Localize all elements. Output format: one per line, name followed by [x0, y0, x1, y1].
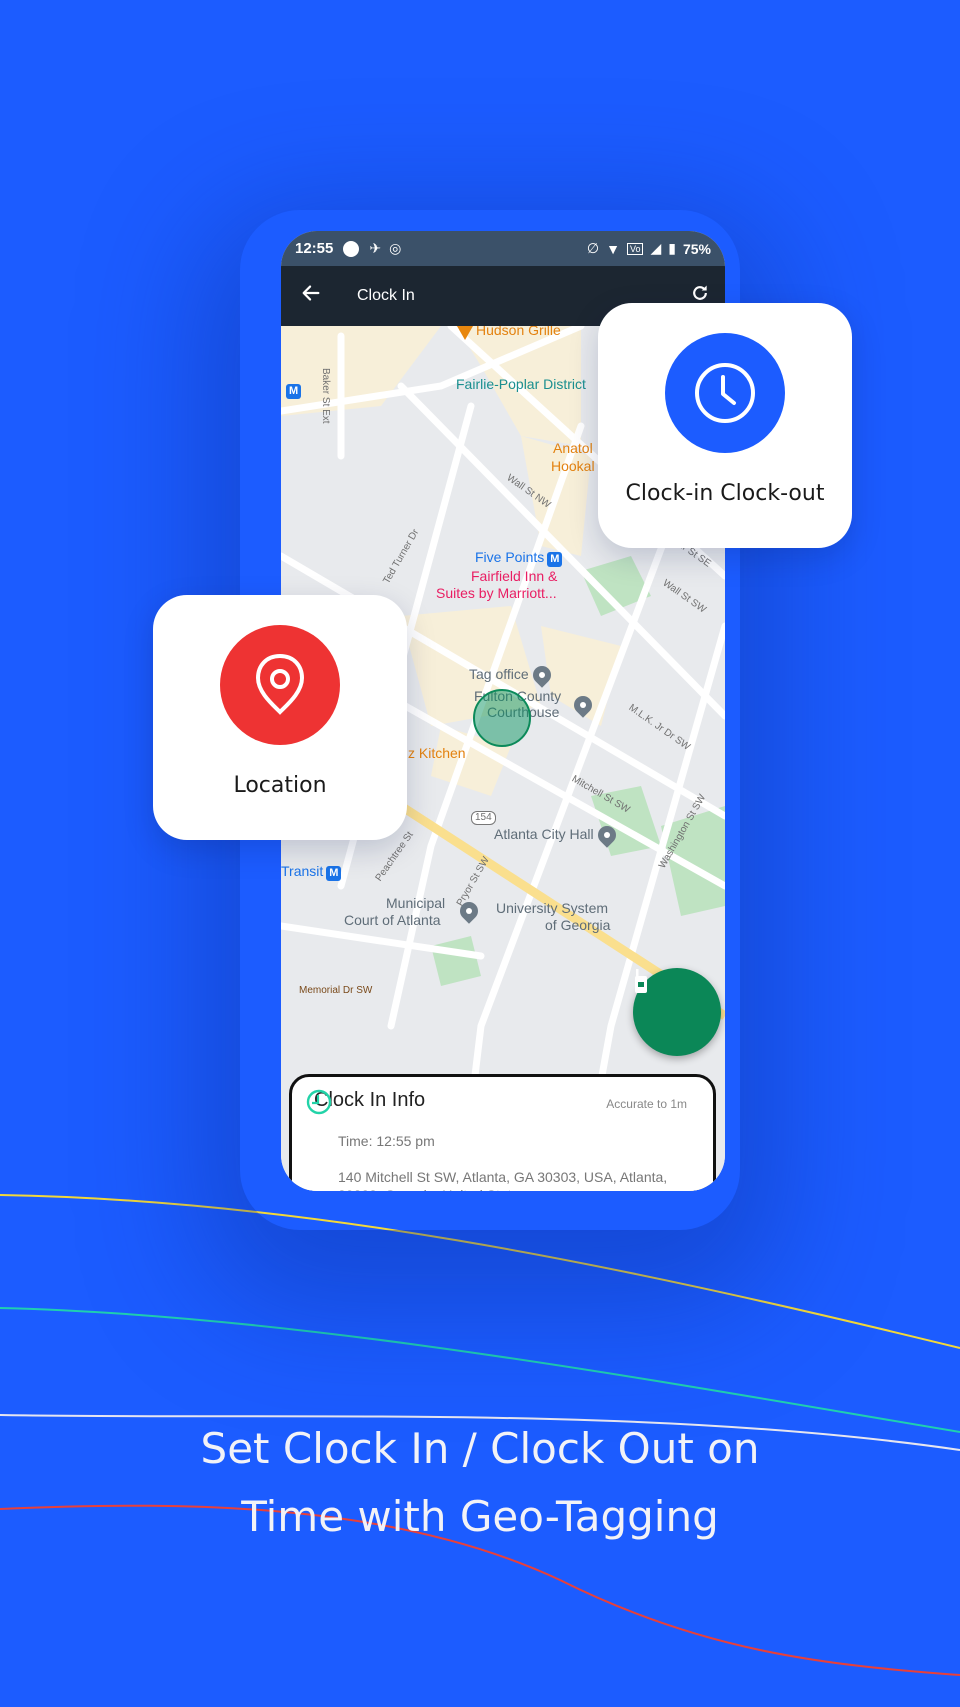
clock-icon [306, 1089, 332, 1115]
map-label: Court of Atlanta [344, 912, 441, 928]
headline-line-2: Time with Geo-Tagging [241, 1492, 719, 1541]
walkie-talkie-icon [635, 969, 647, 993]
five-points-label: Five Points [475, 549, 545, 565]
headline-line-1: Set Clock In / Clock Out on [200, 1424, 760, 1473]
battery-icon: ▮ [668, 240, 676, 256]
geofence-circle [473, 689, 531, 747]
map-label: Municipal [386, 895, 446, 911]
metro-icon: M [547, 552, 563, 567]
map-label: 154 [471, 811, 496, 825]
map-label: Tag office [469, 662, 555, 689]
map-label: z Kitchen [408, 745, 466, 761]
mute-icon: ∅ [586, 240, 600, 256]
map-label: Five Points M [475, 549, 563, 567]
park [431, 936, 481, 986]
map-label: Suites by Marriott... [436, 585, 557, 601]
app-bar-title: Clock In [357, 287, 415, 304]
back-button[interactable] [281, 282, 341, 310]
clock-in-time: Time: 12:55 pm [338, 1133, 435, 1149]
sync-icon: ◎ [389, 240, 402, 256]
metro-icon: M [326, 866, 342, 881]
map-label: Baker St Ext [320, 368, 331, 424]
city-hall-label: Atlanta City Hall [494, 826, 594, 842]
map-label: of Georgia [545, 917, 611, 933]
clock-icon [695, 363, 755, 423]
status-bar: 12:55 ✈ ◎ ∅ ▼ Vo ◢ ▮ 75% [281, 231, 725, 266]
location-pin-icon [528, 662, 555, 689]
circle-icon [343, 240, 360, 257]
map-label: Hudson Grille [476, 326, 561, 338]
location-pin-icon [255, 653, 305, 715]
city-hall-icon [593, 822, 620, 849]
arrow-left-icon [302, 285, 320, 301]
location-icon-badge [220, 625, 340, 745]
status-time: 12:55 [295, 240, 334, 257]
map-label: Fairfield Inn & [471, 568, 558, 584]
map-label: Memorial Dr SW [299, 985, 373, 996]
map-label: Transit M [281, 863, 342, 881]
refresh-icon [693, 285, 707, 300]
volte-wifi-icon: Vo [626, 242, 644, 255]
signal-icon: ◢ [650, 240, 662, 256]
feature-label-clock: Clock-in Clock-out [625, 481, 825, 506]
clock-in-info-card: Clock In Info Accurate to 1m Time: 12:55… [289, 1074, 716, 1191]
accuracy-text: Accurate to 1m [606, 1097, 687, 1111]
metro-icon: M [286, 384, 302, 399]
map-label: Anatol [553, 440, 593, 456]
walkie-talkie-button[interactable] [633, 968, 721, 1056]
info-card-header: Clock In Info [306, 1089, 425, 1115]
clock-icon-badge [665, 333, 785, 453]
headline: Set Clock In / Clock Out on Time with Ge… [0, 1415, 960, 1551]
wifi-icon: ▼ [606, 240, 620, 257]
transit-label: Transit [281, 863, 324, 879]
clock-in-address: 140 Mitchell St SW, Atlanta, GA 30303, U… [338, 1169, 668, 1191]
feature-label-location: Location [233, 773, 327, 798]
feature-card-location: Location [153, 595, 407, 840]
status-right: ∅ ▼ Vo ◢ ▮ 75% [587, 240, 711, 257]
battery-percent: 75% [682, 240, 711, 257]
feature-card-clock: Clock-in Clock-out [598, 303, 852, 548]
wave-teal [0, 1307, 960, 1433]
map-label: Atlanta City Hall [494, 822, 620, 849]
map-label: Fairlie-Poplar District [456, 376, 586, 392]
map-label: Hookal [551, 458, 595, 474]
map-label: University System [496, 900, 609, 916]
satellite-icon: ✈ [369, 240, 382, 256]
tag-office-label: Tag office [469, 666, 529, 682]
